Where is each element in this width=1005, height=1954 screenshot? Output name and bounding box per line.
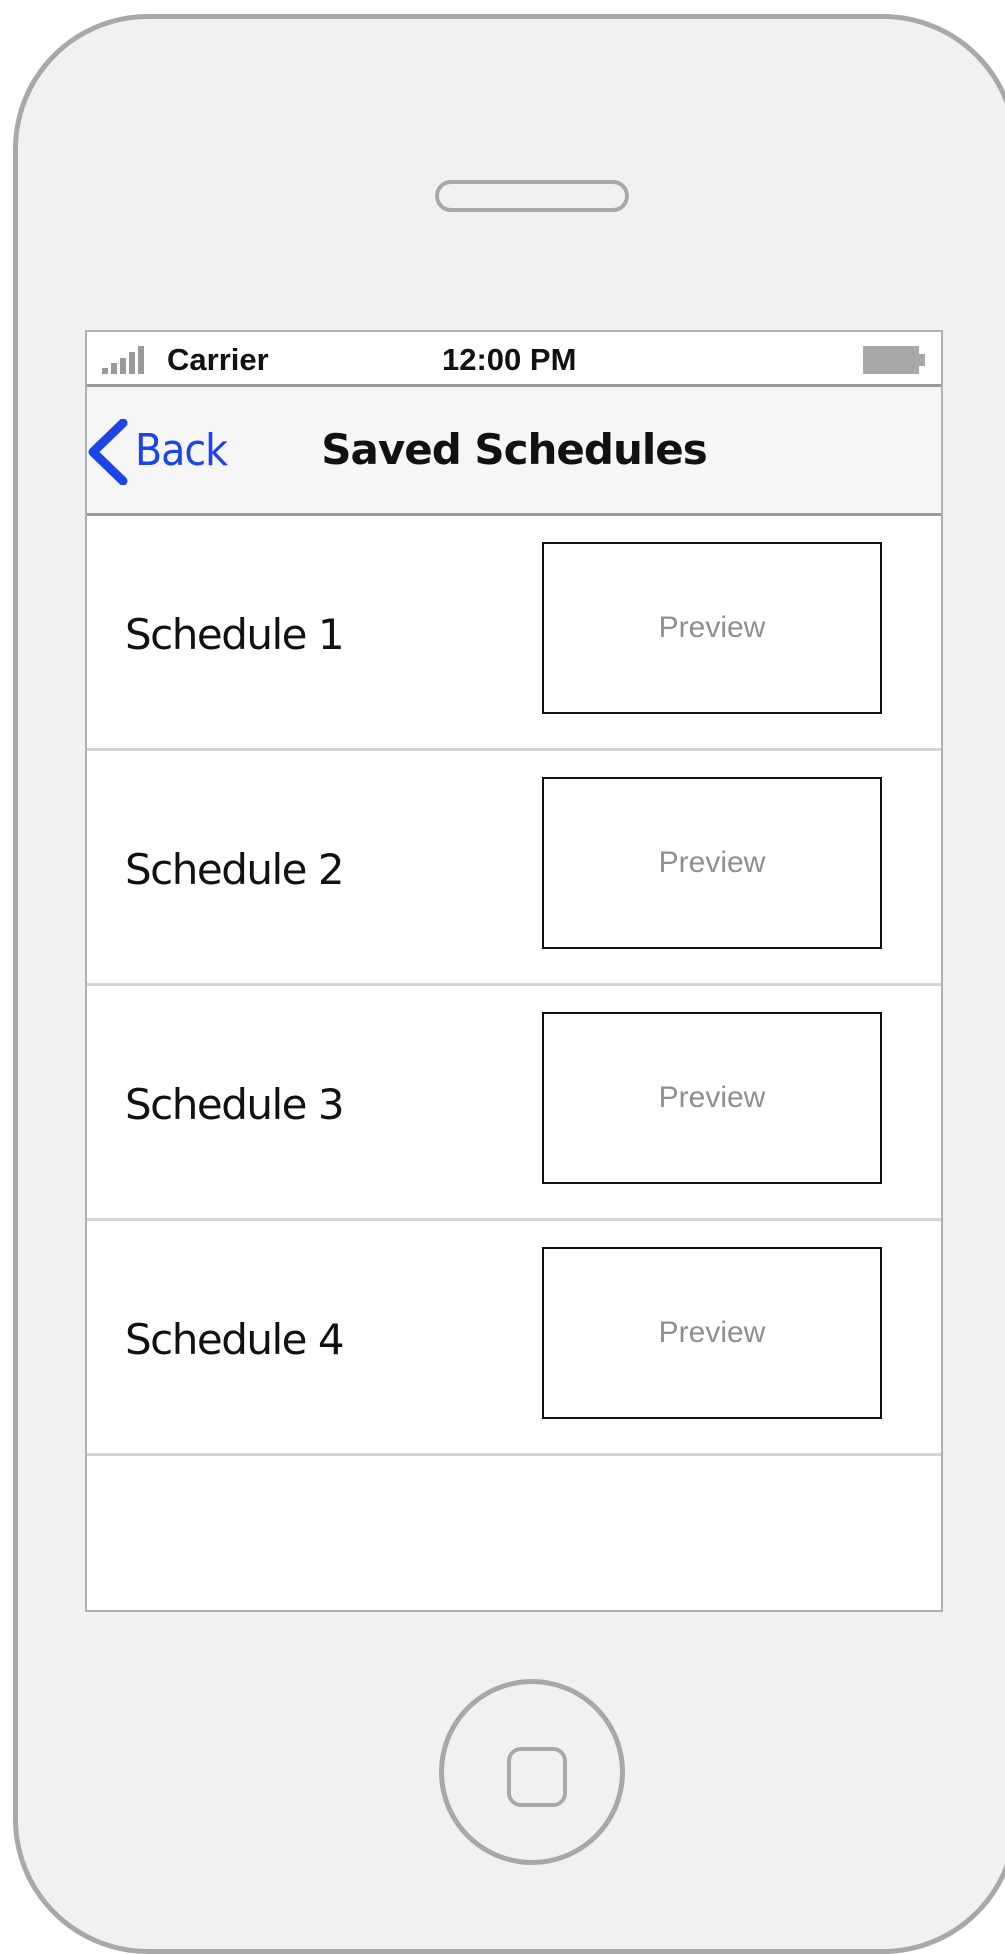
speaker-grille [435, 180, 629, 212]
schedule-name: Schedule 2 [125, 845, 345, 894]
navigation-bar: Back Saved Schedules [87, 387, 941, 516]
signal-strength-icon [102, 346, 144, 374]
schedule-row[interactable]: Schedule 3 Preview [87, 986, 941, 1221]
preview-label: Preview [658, 1081, 766, 1114]
schedule-preview-button[interactable]: Preview [542, 1012, 882, 1184]
schedule-name: Schedule 3 [125, 1080, 345, 1129]
phone-screen: Carrier 12:00 PM Back Saved Schedules Sc… [85, 330, 943, 1612]
schedule-name: Schedule 4 [125, 1315, 345, 1364]
status-bar: Carrier 12:00 PM [87, 332, 941, 387]
schedule-preview-button[interactable]: Preview [542, 542, 882, 714]
preview-label: Preview [658, 846, 766, 879]
status-time: 12:00 PM [442, 342, 577, 377]
schedule-row[interactable]: Schedule 2 Preview [87, 751, 941, 986]
schedule-row[interactable]: Schedule 4 Preview [87, 1221, 941, 1456]
schedule-preview-button[interactable]: Preview [542, 1247, 882, 1419]
preview-label: Preview [658, 611, 766, 644]
schedule-list: Schedule 1 Preview Schedule 2 Preview Sc… [87, 516, 941, 1456]
carrier-name: Carrier [167, 342, 269, 377]
schedule-row[interactable]: Schedule 1 Preview [87, 516, 941, 751]
home-square-icon [507, 1747, 567, 1807]
battery-icon [863, 346, 925, 374]
page-title: Saved Schedules [321, 425, 708, 474]
preview-label: Preview [658, 1316, 766, 1349]
home-button[interactable] [439, 1679, 625, 1865]
schedule-preview-button[interactable]: Preview [542, 777, 882, 949]
schedule-name: Schedule 1 [125, 610, 345, 659]
